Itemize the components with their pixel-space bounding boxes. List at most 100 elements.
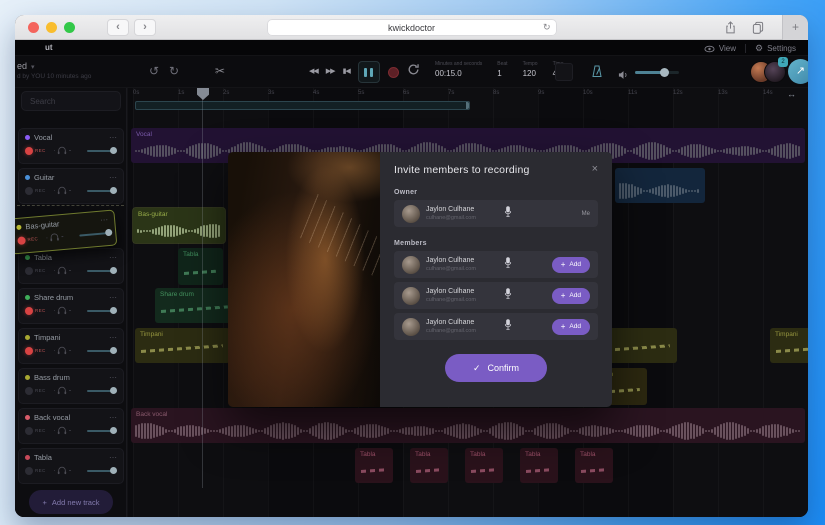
track-item-share-drum[interactable]: Share drum ⋯ REC — [18, 288, 124, 324]
microphone-icon[interactable] — [504, 318, 512, 336]
clip-tabla-pink[interactable]: Tabla — [465, 448, 503, 483]
rec-button[interactable]: REC — [17, 235, 38, 245]
loop-region-bar[interactable] — [135, 101, 470, 110]
track-volume-slider[interactable] — [87, 467, 117, 474]
add-new-track-button[interactable]: + Add new track — [29, 490, 113, 514]
clip-guitar[interactable] — [615, 168, 705, 203]
zoom-window-button[interactable] — [64, 22, 75, 33]
fast-forward-button[interactable]: ▶▶ — [326, 61, 336, 83]
redo-button[interactable]: ↻ — [165, 62, 183, 80]
more-options-icon[interactable]: ⋯ — [109, 333, 117, 342]
clip-share-drum[interactable]: Share drum — [155, 288, 235, 323]
timeline-zoom-icon[interactable]: ↔ — [787, 89, 796, 99]
address-bar[interactable]: kwickdoctor ↻ — [266, 19, 557, 36]
monitor-control[interactable] — [53, 186, 71, 195]
microphone-icon[interactable] — [504, 287, 512, 305]
clip-tabla-pink[interactable]: Tabla — [355, 448, 393, 483]
master-volume-slider[interactable] — [635, 68, 679, 77]
view-menu[interactable]: View — [704, 44, 736, 53]
rec-button[interactable]: REC — [25, 186, 46, 195]
clip-tabla-pink[interactable]: Tabla — [410, 448, 448, 483]
track-volume-slider[interactable] — [87, 267, 117, 274]
more-options-icon[interactable]: ⋯ — [109, 133, 117, 142]
skip-to-start-button[interactable]: ▮◀ — [343, 61, 351, 83]
close-icon[interactable]: × — [592, 164, 598, 175]
track-item-back-vocal[interactable]: Back vocal ⋯ REC — [18, 408, 124, 444]
track-volume-slider[interactable] — [87, 427, 117, 434]
clip-tabla-pink[interactable]: Tabla — [575, 448, 613, 483]
clip-tabla-pink[interactable]: Tabla — [520, 448, 558, 483]
track-item-bass-drum[interactable]: Bass drum ⋯ REC — [18, 368, 124, 404]
monitor-control[interactable] — [53, 146, 71, 155]
add-member-button[interactable]: + Add — [551, 256, 590, 273]
share-icon[interactable] — [720, 19, 740, 36]
rec-button[interactable]: REC — [25, 306, 46, 315]
monitor-control[interactable] — [53, 266, 71, 275]
share-project-button[interactable]: ↗ — [788, 59, 808, 84]
more-options-icon[interactable]: ⋯ — [109, 373, 117, 382]
track-volume-slider[interactable] — [87, 187, 117, 194]
clip-timpani-left[interactable]: Timpani — [135, 328, 230, 363]
more-options-icon[interactable]: ⋯ — [109, 253, 117, 262]
rewind-button[interactable]: ◀◀ — [309, 61, 319, 83]
monitor-control[interactable] — [53, 346, 71, 355]
more-options-icon[interactable]: ⋯ — [109, 413, 117, 422]
monitor-control[interactable] — [46, 232, 64, 242]
loop-icon[interactable] — [407, 63, 420, 81]
volume-knob[interactable] — [660, 68, 669, 77]
microphone-icon[interactable] — [504, 256, 512, 274]
track-item-vocal[interactable]: Vocal ⋯ REC — [18, 128, 124, 164]
track-volume-slider[interactable] — [87, 307, 117, 314]
rec-button[interactable]: REC — [25, 266, 46, 275]
track-volume-slider[interactable] — [87, 347, 117, 354]
scissors-cut-button[interactable]: ✂ — [211, 62, 229, 80]
back-button[interactable]: ‹ — [107, 19, 129, 36]
track-volume-slider[interactable] — [87, 387, 117, 394]
reload-icon[interactable]: ↻ — [543, 22, 551, 33]
collaborator-avatars[interactable]: 2 — [750, 57, 790, 84]
rec-button[interactable]: REC — [25, 466, 46, 475]
clip-timpani-right[interactable]: Timpani — [770, 328, 808, 363]
undo-button[interactable]: ↺ — [145, 62, 163, 80]
record-button[interactable] — [387, 66, 399, 78]
clip-bas-guitar[interactable]: Bas-guitar — [132, 207, 226, 244]
close-window-button[interactable] — [28, 22, 39, 33]
track-volume-slider[interactable] — [87, 147, 117, 154]
add-member-button[interactable]: + Add — [551, 318, 590, 335]
rec-button[interactable]: REC — [25, 346, 46, 355]
forward-button[interactable]: › — [134, 19, 156, 36]
more-options-icon[interactable]: ⋯ — [100, 215, 109, 225]
monitor-control[interactable] — [53, 306, 71, 315]
pause-button[interactable] — [357, 61, 380, 83]
minimize-window-button[interactable] — [46, 22, 57, 33]
rec-button[interactable]: REC — [25, 146, 46, 155]
track-volume-slider[interactable] — [79, 228, 113, 237]
track-item-timpani[interactable]: Timpani ⋯ REC — [18, 328, 124, 364]
tabs-overview-icon[interactable] — [748, 19, 768, 36]
confirm-button[interactable]: ✓ Confirm — [445, 354, 547, 382]
rec-button[interactable]: REC — [25, 426, 46, 435]
more-options-icon[interactable]: ⋯ — [109, 453, 117, 462]
toolbar-extra-button[interactable] — [555, 63, 573, 81]
monitor-control[interactable] — [53, 426, 71, 435]
midi-notes — [470, 467, 496, 472]
track-item-tabla-2[interactable]: Tabla ⋯ REC — [18, 448, 124, 484]
new-tab-button[interactable]: + — [782, 15, 808, 40]
track-item-tabla[interactable]: Tabla ⋯ REC — [18, 248, 124, 284]
settings-menu[interactable]: ⚙ Settings — [755, 43, 796, 54]
clip-back-vocal[interactable]: Back vocal — [131, 408, 805, 443]
more-options-icon[interactable]: ⋯ — [109, 173, 117, 182]
rec-button[interactable]: REC — [25, 386, 46, 395]
project-title[interactable]: ed ▾ — [17, 61, 35, 71]
more-options-icon[interactable]: ⋯ — [109, 293, 117, 302]
track-item-guitar[interactable]: Guitar ⋯ REC — [18, 168, 124, 204]
monitor-control[interactable] — [53, 386, 71, 395]
add-member-button[interactable]: + Add — [551, 287, 590, 304]
clip-tabla-green[interactable]: Tabla — [178, 248, 223, 285]
monitor-control[interactable] — [53, 466, 71, 475]
microphone-icon[interactable] — [504, 205, 512, 223]
speaker-icon[interactable] — [618, 67, 629, 85]
search-input[interactable] — [21, 91, 121, 111]
tempo-display[interactable]: Tempo 120 — [523, 61, 538, 78]
metronome-icon[interactable] — [592, 65, 602, 83]
